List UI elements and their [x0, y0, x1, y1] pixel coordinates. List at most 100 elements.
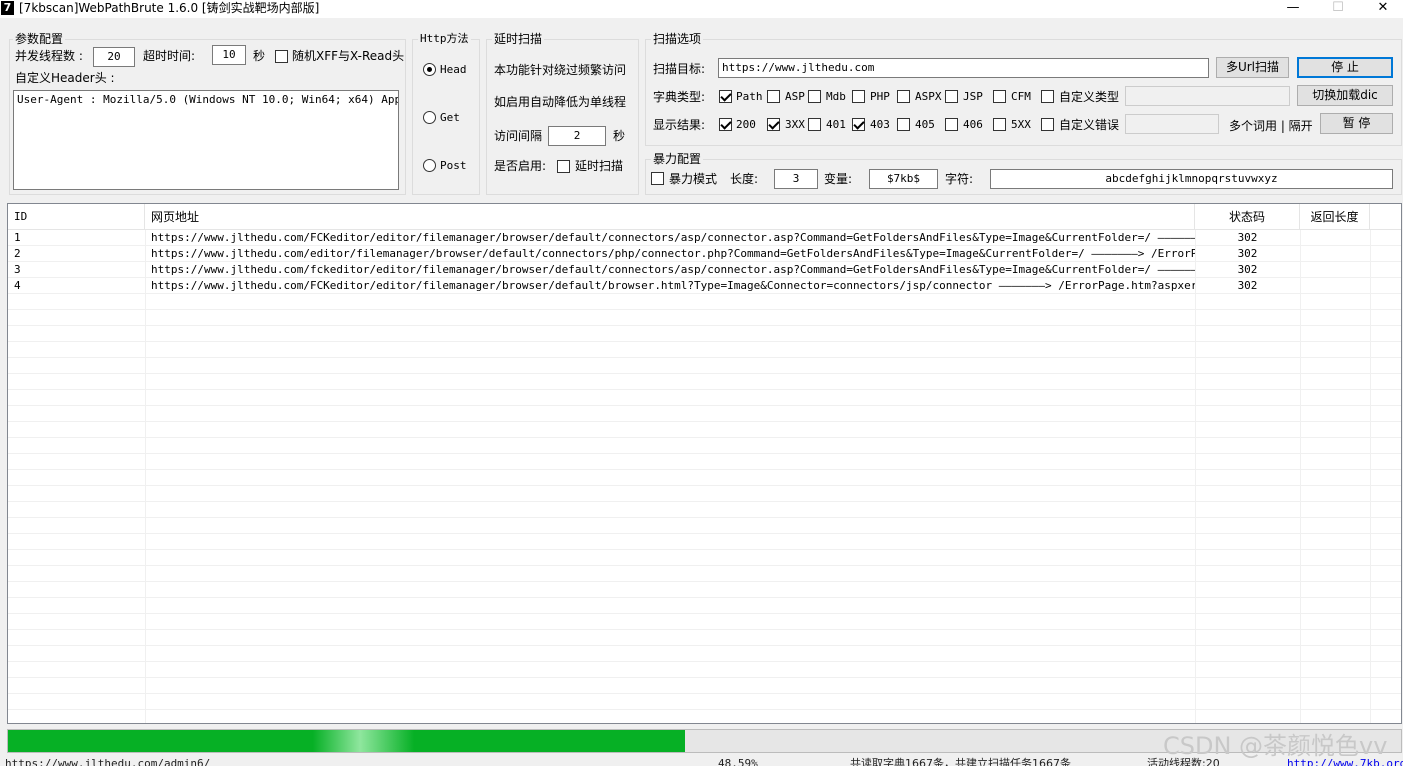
progress-fill — [8, 730, 685, 752]
table-row — [8, 454, 1401, 470]
brute-chars-input[interactable]: abcdefghijklmnopqrstuvwxyz — [990, 169, 1393, 189]
results-table[interactable]: ID 网页地址 状态码 返回长度 1 https://www.jlthedu.co… — [7, 203, 1402, 724]
watermark: CSDN @茶颜悦色vv — [1163, 732, 1388, 760]
radio-post[interactable] — [423, 159, 436, 172]
result-5xx-label: 5XX — [1011, 118, 1031, 131]
table-row — [8, 646, 1401, 662]
dict-path-checkbox[interactable] — [719, 90, 732, 103]
result-3xx-label: 3XX — [785, 118, 805, 131]
status-current-url: https://www.jlthedu.com/admin6/ — [5, 757, 211, 766]
custom-error-checkbox[interactable] — [1041, 118, 1054, 131]
xff-label: 随机XFF与X-Read头 — [292, 49, 405, 63]
interval-unit: 秒 — [613, 129, 626, 143]
cell-length — [1300, 230, 1370, 245]
result-5xx-checkbox[interactable] — [993, 118, 1006, 131]
table-row — [8, 694, 1401, 710]
header-label: 自定义Header头 : — [15, 71, 115, 85]
header-textarea[interactable]: User-Agent : Mozilla/5.0 (Windows NT 10.… — [13, 90, 399, 190]
dict-cfm-checkbox[interactable] — [993, 90, 1006, 103]
status-dict-count: 共读取字典1667条，共建立扫描任务1667条 — [850, 757, 1071, 766]
cell-url: https://www.jlthedu.com/editor/filemanag… — [151, 247, 1195, 260]
multi-url-button[interactable]: 多Url扫描 — [1216, 57, 1289, 78]
result-3xx-checkbox[interactable] — [767, 118, 780, 131]
cell-id: 3 — [14, 263, 21, 276]
result-200-checkbox[interactable] — [719, 118, 732, 131]
table-row — [8, 662, 1401, 678]
cell-id: 2 — [14, 247, 21, 260]
cell-status: 302 — [1237, 231, 1258, 244]
table-row[interactable]: 2 https://www.jlthedu.com/editor/filemana… — [8, 246, 1401, 262]
delay-desc-1: 本功能针对绕过频繁访问 — [494, 63, 627, 77]
pause-button[interactable]: 暂 停 — [1320, 113, 1393, 134]
table-row[interactable]: 1 https://www.jlthedu.com/FCKeditor/edito… — [8, 230, 1401, 246]
dict-type-label: 字典类型: — [653, 90, 706, 104]
target-input[interactable]: https://www.jlthedu.com — [718, 58, 1209, 78]
dict-aspx-label: ASPX — [915, 90, 942, 103]
brute-mode-checkbox[interactable] — [651, 172, 664, 185]
table-row[interactable]: 4 https://www.jlthedu.com/FCKeditor/edito… — [8, 278, 1401, 294]
cell-url: https://www.jlthedu.com/FCKeditor/editor… — [151, 231, 1195, 244]
table-row — [8, 358, 1401, 374]
delay-group-label: 延时扫描 — [492, 32, 545, 46]
timeout-input[interactable]: 10 — [212, 45, 246, 65]
table-row — [8, 678, 1401, 694]
radio-get[interactable] — [423, 111, 436, 124]
dict-aspx-checkbox[interactable] — [897, 90, 910, 103]
close-button[interactable]: ✕ — [1360, 0, 1403, 18]
radio-get-label: Get — [440, 111, 460, 124]
xff-checkbox[interactable] — [275, 50, 288, 63]
minimize-button[interactable]: — — [1270, 0, 1316, 18]
multi-word-hint: 多个词用 | 隔开 — [1229, 119, 1313, 133]
table-row — [8, 566, 1401, 582]
table-row — [8, 518, 1401, 534]
cell-length — [1300, 262, 1370, 277]
timeout-unit: 秒 — [253, 49, 266, 63]
result-401-checkbox[interactable] — [808, 118, 821, 131]
maximize-button[interactable]: ☐ — [1315, 0, 1361, 18]
delay-enable-checkbox[interactable] — [557, 160, 570, 173]
table-row — [8, 374, 1401, 390]
threads-input[interactable]: 20 — [93, 47, 135, 67]
threads-label: 并发线程数 : — [15, 49, 83, 63]
dict-path-label: Path — [736, 90, 763, 103]
dict-mdb-label: Mdb — [826, 90, 846, 103]
switch-dic-button[interactable]: 切换加载dic — [1297, 85, 1393, 106]
interval-input[interactable]: 2 — [548, 126, 606, 146]
result-401-label: 401 — [826, 118, 846, 131]
col-header-status[interactable]: 状态码 — [1195, 204, 1300, 230]
result-405-label: 405 — [915, 118, 935, 131]
table-row — [8, 310, 1401, 326]
cell-id: 1 — [14, 231, 21, 244]
dict-asp-checkbox[interactable] — [767, 90, 780, 103]
result-406-checkbox[interactable] — [945, 118, 958, 131]
scan-group-label: 扫描选项 — [651, 32, 704, 46]
custom-dict-checkbox[interactable] — [1041, 90, 1054, 103]
brute-var-input[interactable]: $7kb$ — [869, 169, 938, 189]
dict-jsp-checkbox[interactable] — [945, 90, 958, 103]
table-row — [8, 486, 1401, 502]
brute-group-label: 暴力配置 — [651, 152, 704, 166]
result-403-checkbox[interactable] — [852, 118, 865, 131]
dict-php-checkbox[interactable] — [852, 90, 865, 103]
table-row — [8, 550, 1401, 566]
result-405-checkbox[interactable] — [897, 118, 910, 131]
col-header-url[interactable]: 网页地址 — [145, 204, 1195, 230]
radio-head[interactable] — [423, 63, 436, 76]
timeout-label: 超时时间: — [143, 49, 196, 63]
custom-dict-input[interactable] — [1125, 86, 1290, 106]
col-header-length[interactable]: 返回长度 — [1300, 204, 1370, 230]
brute-length-input[interactable]: 3 — [774, 169, 818, 189]
brute-var-label: 变量: — [824, 172, 853, 186]
cell-length — [1300, 278, 1370, 293]
cell-status: 302 — [1237, 247, 1258, 260]
custom-error-input[interactable] — [1125, 114, 1219, 134]
dict-asp-label: ASP — [785, 90, 805, 103]
col-header-id[interactable]: ID — [8, 204, 145, 230]
stop-button[interactable]: 停 止 — [1297, 57, 1393, 78]
enable-label: 是否启用: — [494, 159, 547, 173]
table-row — [8, 438, 1401, 454]
table-row[interactable]: 3 https://www.jlthedu.com/fckeditor/edito… — [8, 262, 1401, 278]
window-title: [7kbscan]WebPathBrute 1.6.0 [铸剑实战靶场内部版] — [19, 1, 320, 15]
result-label: 显示结果: — [653, 118, 706, 132]
dict-mdb-checkbox[interactable] — [808, 90, 821, 103]
